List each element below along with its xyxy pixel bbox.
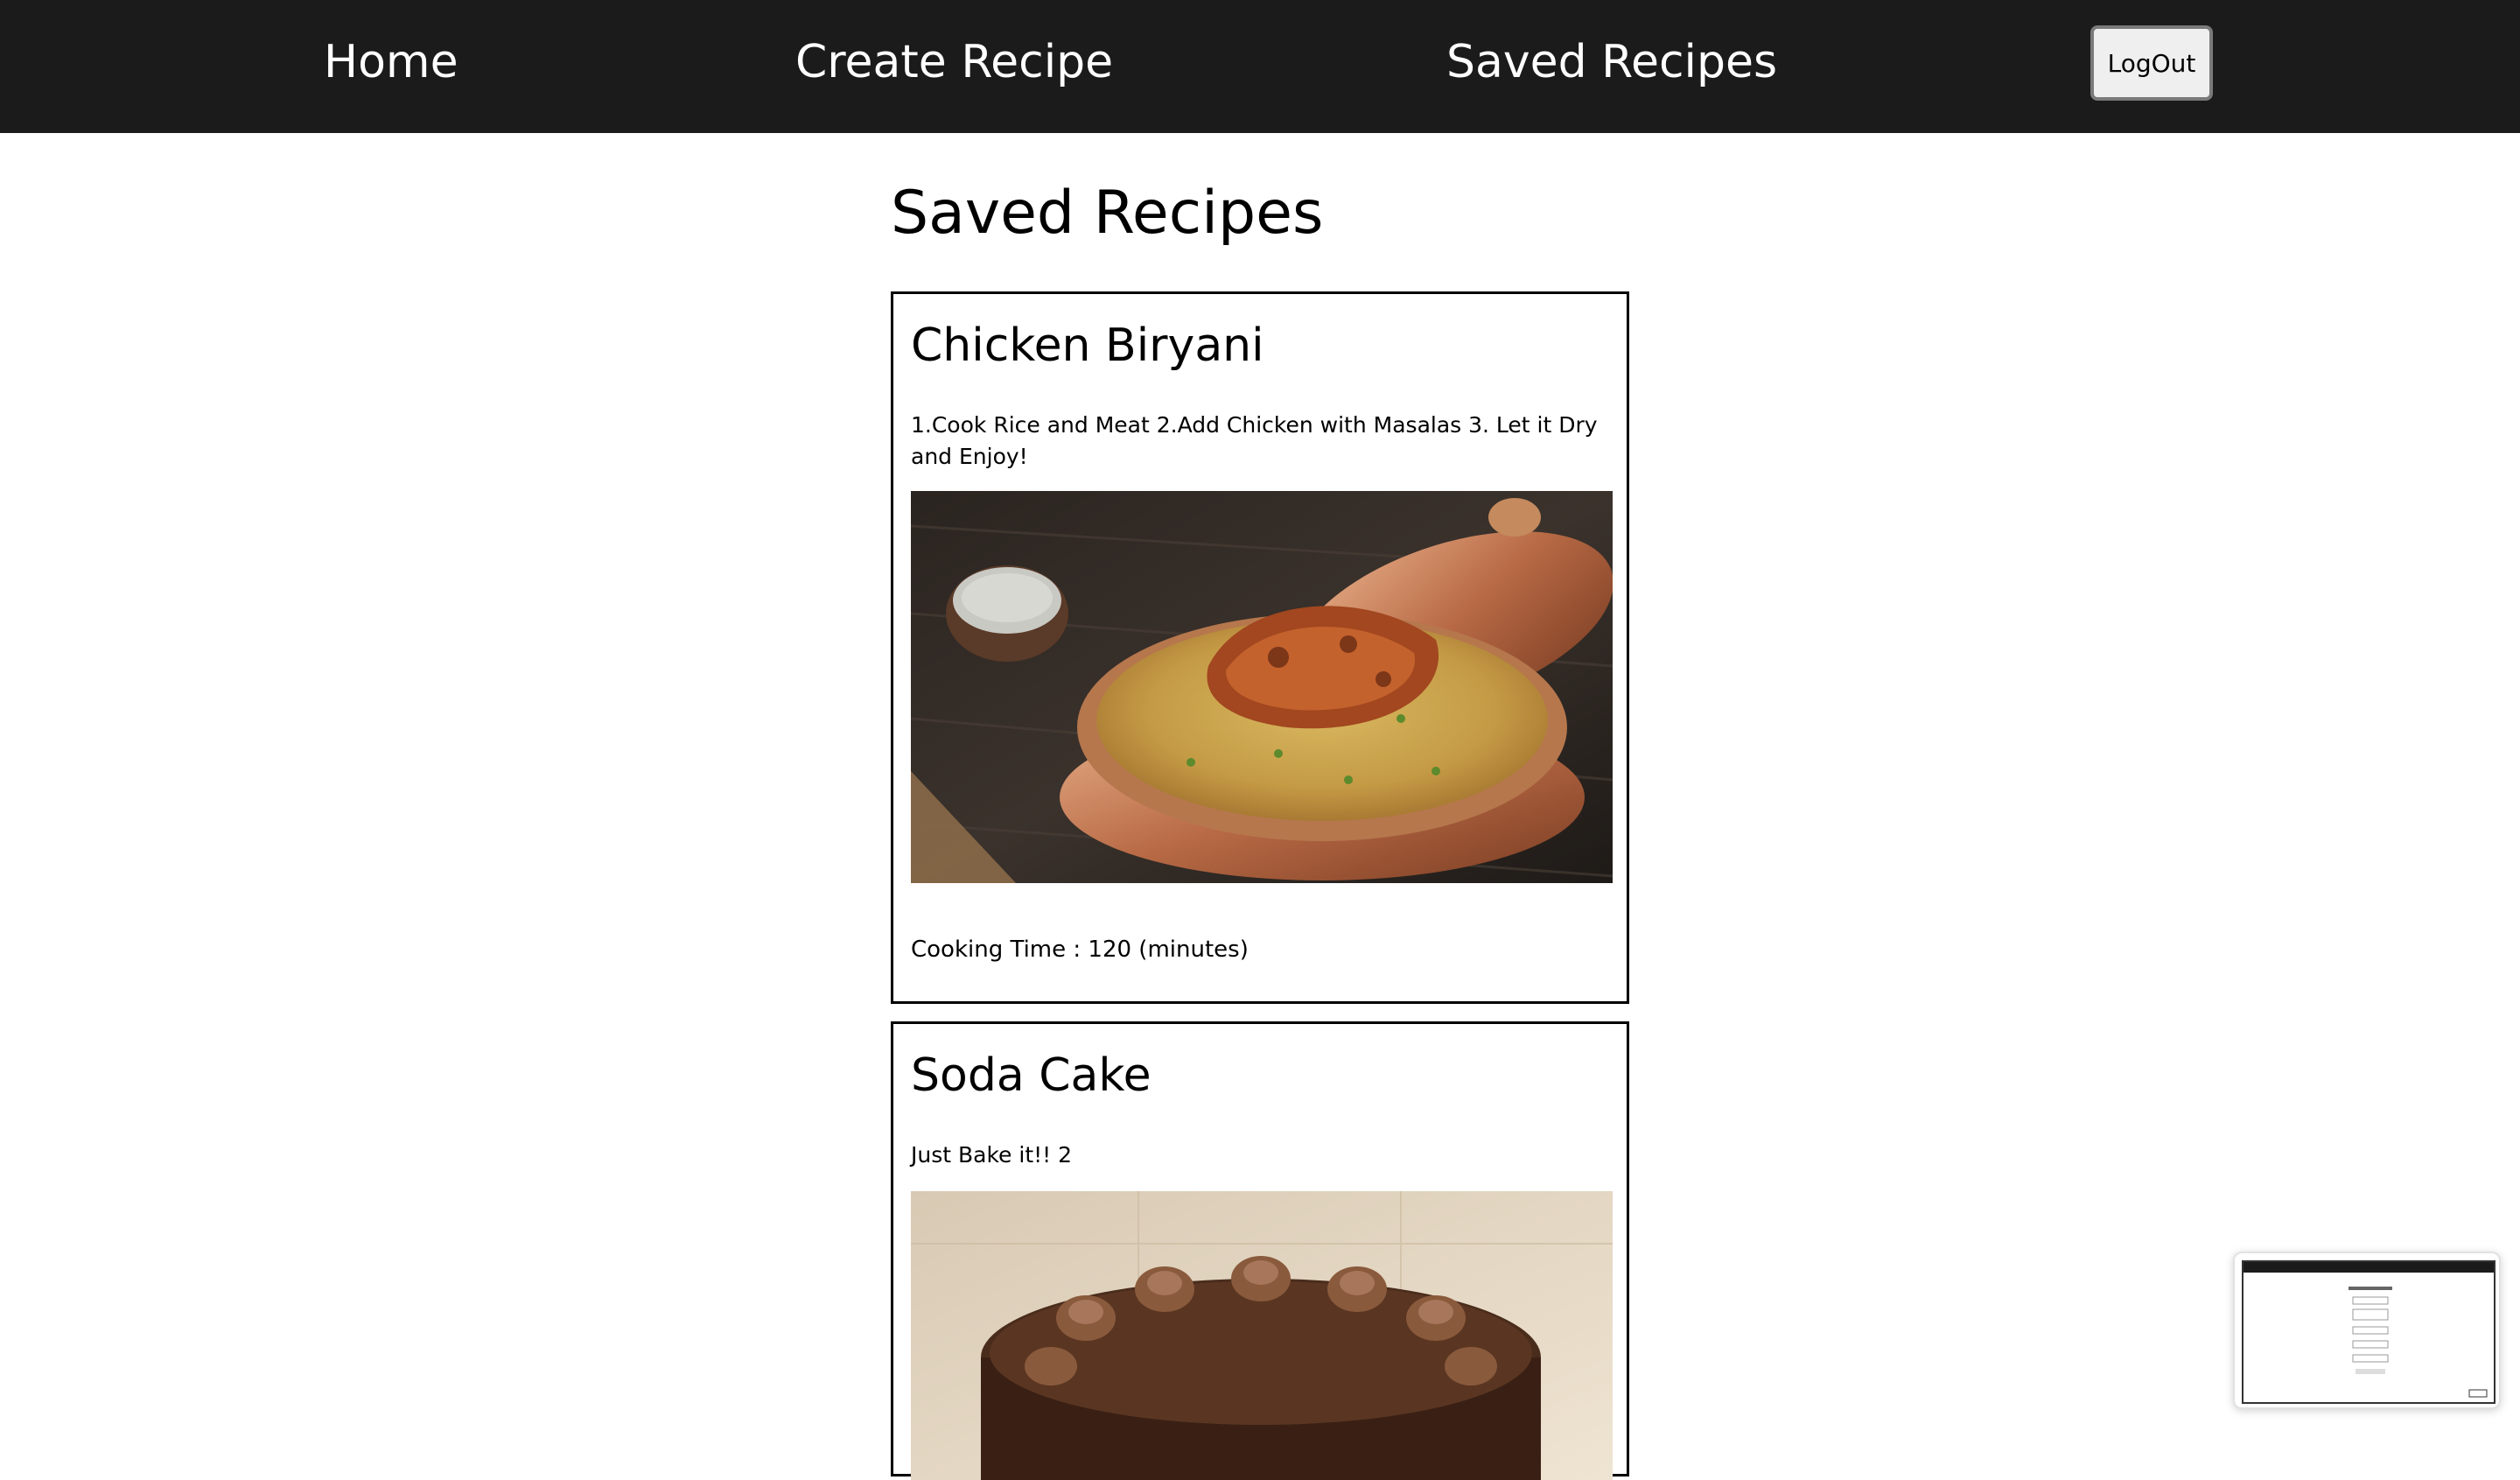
recipe-instructions: 1.Cook Rice and Meat 2.Add Chicken with …	[911, 412, 1598, 469]
recipe-instructions: Just Bake it!! 2	[911, 1142, 1073, 1168]
preview-content	[2348, 1287, 2488, 1398]
recipe-name: Chicken Biryani	[911, 319, 1264, 372]
recipe-card: Chicken Biryani 1.Cook Rice and Meat 2.A…	[891, 291, 1629, 1004]
recipe-image-chicken-biryani	[911, 491, 1613, 883]
nav-saved-recipes-link[interactable]: Saved Recipes	[1446, 32, 1777, 93]
nav-home-link[interactable]: Home	[324, 32, 458, 93]
page-title: Saved Recipes	[891, 179, 1324, 248]
recipe-name: Soda Cake	[911, 1049, 1152, 1102]
top-navbar: Home Create Recipe Saved Recipes LogOut	[0, 0, 2520, 133]
nav-create-recipe-link[interactable]: Create Recipe	[795, 32, 1113, 93]
cooking-time: Cooking Time : 120 (minutes)	[911, 936, 1249, 963]
recipe-image-soda-cake	[911, 1191, 1613, 1480]
logout-button[interactable]: LogOut	[2090, 25, 2213, 101]
preview-frame	[2242, 1260, 2496, 1404]
recipe-card: Soda Cake Just Bake it!! 2	[891, 1021, 1629, 1480]
screen-preview-thumbnail[interactable]	[2233, 1252, 2501, 1409]
